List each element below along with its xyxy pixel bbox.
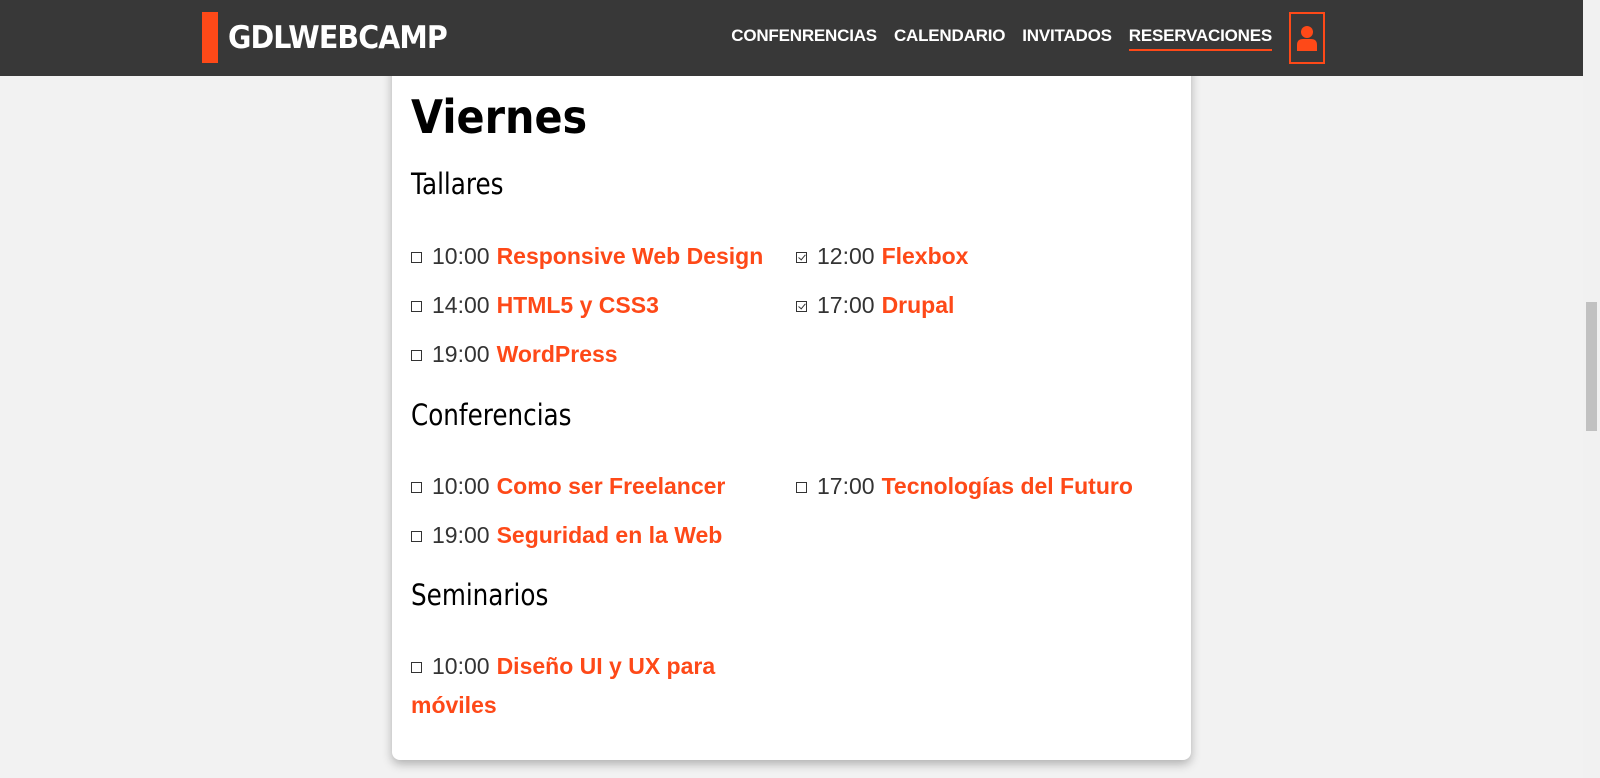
event-checkbox[interactable] bbox=[411, 301, 422, 312]
event-item[interactable]: 17:00 Tecnologías del Futuro bbox=[796, 467, 1133, 506]
event-link[interactable]: Responsive Web Design bbox=[497, 243, 764, 269]
event-time: 19:00 bbox=[432, 341, 490, 367]
nav-item-calendario[interactable]: CALENDARIO bbox=[894, 26, 1006, 51]
event-item[interactable]: 12:00 Flexbox bbox=[796, 237, 968, 276]
event-checkbox[interactable] bbox=[411, 252, 422, 263]
event-link[interactable]: Flexbox bbox=[882, 243, 969, 269]
category-title-tallares: Tallares bbox=[411, 167, 504, 201]
event-checkbox[interactable] bbox=[796, 252, 807, 263]
event-link[interactable]: Seguridad en la Web bbox=[497, 522, 723, 548]
event-link[interactable]: HTML5 y CSS3 bbox=[497, 292, 659, 318]
nav-item-reservaciones[interactable]: RESERVACIONES bbox=[1128, 26, 1272, 51]
scrollbar-thumb[interactable] bbox=[1586, 302, 1597, 431]
event-item[interactable]: 19:00 WordPress bbox=[411, 335, 618, 374]
event-item[interactable]: 10:00 Diseño UI y UX para móviles bbox=[411, 647, 756, 725]
schedule-card: Viernes Tallares 10:00 Responsive Web Des… bbox=[392, 60, 1191, 760]
event-item[interactable]: 17:00 Drupal bbox=[796, 286, 954, 325]
event-item[interactable]: 19:00 Seguridad en la Web bbox=[411, 516, 722, 555]
main-nav: CONFENRENCIAS CALENDARIO INVITADOS RESER… bbox=[714, 0, 1325, 76]
event-checkbox[interactable] bbox=[411, 662, 422, 673]
category-title-conferencias: Conferencias bbox=[411, 398, 572, 432]
event-time: 19:00 bbox=[432, 522, 490, 548]
event-time: 17:00 bbox=[817, 292, 875, 318]
logo-accent-bar bbox=[202, 12, 218, 63]
nav-item-conferencias[interactable]: CONFENRENCIAS bbox=[731, 26, 877, 51]
event-time: 17:00 bbox=[817, 473, 875, 499]
category-title-seminarios: Seminarios bbox=[411, 578, 549, 612]
logo-text: GDLWEBCAMP bbox=[228, 19, 448, 56]
user-icon bbox=[1297, 26, 1317, 51]
event-link[interactable]: Tecnologías del Futuro bbox=[882, 473, 1133, 499]
event-time: 10:00 bbox=[432, 243, 490, 269]
page-viewport: Viernes Tallares 10:00 Responsive Web Des… bbox=[0, 0, 1583, 778]
event-time: 10:00 bbox=[432, 473, 490, 499]
event-time: 12:00 bbox=[817, 243, 875, 269]
event-item[interactable]: 14:00 HTML5 y CSS3 bbox=[411, 286, 659, 325]
event-item[interactable]: 10:00 Responsive Web Design bbox=[411, 237, 763, 276]
event-item[interactable]: 10:00 Como ser Freelancer bbox=[411, 467, 725, 506]
site-logo[interactable]: GDLWEBCAMP bbox=[202, 12, 466, 63]
event-time: 10:00 bbox=[432, 653, 490, 679]
event-link[interactable]: Drupal bbox=[882, 292, 955, 318]
site-header: GDLWEBCAMP CONFENRENCIAS CALENDARIO INVI… bbox=[0, 0, 1583, 76]
event-link[interactable]: WordPress bbox=[497, 341, 618, 367]
event-checkbox[interactable] bbox=[411, 350, 422, 361]
event-link[interactable]: Como ser Freelancer bbox=[497, 473, 726, 499]
page-scrollbar[interactable] bbox=[1583, 0, 1600, 778]
event-time: 14:00 bbox=[432, 292, 490, 318]
event-checkbox[interactable] bbox=[411, 482, 422, 493]
nav-item-invitados[interactable]: INVITADOS bbox=[1022, 26, 1112, 51]
event-checkbox[interactable] bbox=[796, 482, 807, 493]
event-checkbox[interactable] bbox=[796, 301, 807, 312]
day-title: Viernes bbox=[411, 90, 588, 144]
event-checkbox[interactable] bbox=[411, 531, 422, 542]
user-button[interactable] bbox=[1289, 12, 1325, 64]
